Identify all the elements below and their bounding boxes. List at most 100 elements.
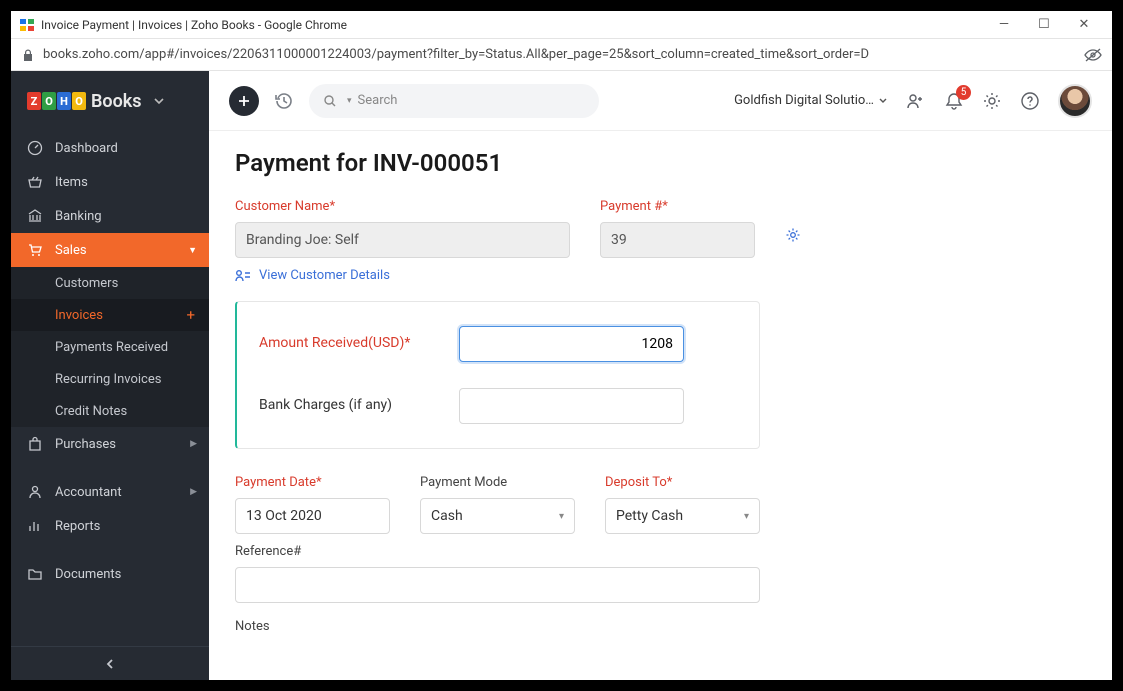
sidebar-sub-credit-notes[interactable]: Credit Notes	[11, 395, 209, 427]
deposit-to-label: Deposit To*	[605, 475, 760, 490]
page-title: Payment for INV-000051	[235, 149, 1086, 177]
customer-name-field[interactable]	[235, 222, 570, 258]
payment-date-label: Payment Date*	[235, 475, 390, 490]
window-close[interactable]: ✕	[1064, 17, 1104, 32]
deposit-to-select[interactable]: Petty Cash ▾	[605, 498, 760, 534]
sidebar-collapse[interactable]	[11, 646, 209, 680]
search-icon	[323, 94, 337, 108]
sub-label: Invoices	[55, 308, 103, 323]
sidebar: ZOHO Books Dashboard Items Banking	[11, 71, 209, 680]
bank-icon	[27, 208, 43, 224]
caret-right-icon: ▶	[190, 487, 197, 497]
main-column: ▾ Search Goldfish Digital Solutio…	[209, 71, 1112, 680]
amount-received-field[interactable]	[459, 326, 684, 362]
lock-icon	[21, 48, 35, 62]
sidebar-label: Documents	[55, 567, 121, 582]
zoho-logo-icon: ZOHO	[27, 92, 87, 110]
sidebar-item-banking[interactable]: Banking	[11, 199, 209, 233]
sidebar-item-purchases[interactable]: Purchases ▶	[11, 427, 209, 461]
history-button[interactable]	[273, 90, 295, 112]
reference-field[interactable]	[235, 567, 760, 603]
sidebar-label: Accountant	[55, 485, 122, 500]
user-details-icon	[235, 269, 251, 283]
incognito-icon[interactable]	[1084, 48, 1102, 62]
topbar: ▾ Search Goldfish Digital Solutio…	[209, 71, 1112, 131]
help-icon	[1020, 91, 1040, 111]
amount-box: Amount Received(USD)* Bank Charges (if a…	[235, 301, 760, 449]
sidebar-item-documents[interactable]: Documents	[11, 557, 209, 591]
org-switcher[interactable]: Goldfish Digital Solutio…	[734, 93, 888, 108]
payment-date-field[interactable]	[235, 498, 390, 534]
cart-icon	[27, 242, 43, 258]
brand[interactable]: ZOHO Books	[11, 71, 209, 131]
quick-create-button[interactable]	[229, 86, 259, 116]
sidebar-item-items[interactable]: Items	[11, 165, 209, 199]
sub-label: Payments Received	[55, 340, 168, 355]
brand-text: Books	[91, 91, 142, 112]
chevron-down-icon: ▾	[744, 511, 749, 522]
sidebar-item-reports[interactable]: Reports	[11, 509, 209, 543]
window-maximize[interactable]: ☐	[1024, 17, 1064, 32]
payment-number-label: Payment #*	[600, 199, 755, 214]
add-invoice-icon[interactable]: +	[186, 306, 195, 324]
chevron-down-icon	[878, 96, 888, 106]
sidebar-sub-invoices[interactable]: Invoices +	[11, 299, 209, 331]
bank-charges-label: Bank Charges (if any)	[259, 396, 459, 416]
notifications-button[interactable]: 5	[944, 91, 964, 111]
content: Payment for INV-000051 Customer Name* Pa…	[209, 131, 1112, 680]
search-placeholder: Search	[358, 93, 398, 108]
chevron-left-icon	[104, 658, 116, 670]
browser-title: Invoice Payment | Invoices | Zoho Books …	[41, 18, 347, 32]
payment-mode-label: Payment Mode	[420, 475, 575, 490]
bank-charges-field[interactable]	[459, 388, 684, 424]
window-frame: Invoice Payment | Invoices | Zoho Books …	[10, 10, 1113, 681]
sidebar-label: Items	[55, 175, 88, 190]
users-icon	[906, 91, 926, 111]
window-minimize[interactable]: —	[984, 17, 1024, 32]
view-customer-details-link[interactable]: View Customer Details	[235, 268, 1086, 283]
sidebar-sub-payments-received[interactable]: Payments Received	[11, 331, 209, 363]
sidebar-label: Purchases	[55, 437, 116, 452]
amount-received-label: Amount Received(USD)*	[259, 334, 459, 354]
browser-addressbar[interactable]: books.zoho.com/app#/invoices/22063110000…	[11, 39, 1112, 71]
settings-button[interactable]	[982, 91, 1002, 111]
gear-icon	[982, 91, 1002, 111]
search-input[interactable]: ▾ Search	[309, 84, 599, 118]
chevron-down-icon	[152, 94, 166, 108]
gauge-icon	[27, 140, 43, 156]
bag-icon	[27, 436, 43, 452]
reference-label: Reference#	[235, 544, 1086, 559]
folder-icon	[27, 566, 43, 582]
sidebar-label: Reports	[55, 519, 100, 534]
history-icon	[273, 90, 295, 112]
gear-icon	[785, 227, 801, 243]
caret-down-icon: ▼	[188, 245, 197, 256]
help-button[interactable]	[1020, 91, 1040, 111]
favicon-icon	[19, 17, 35, 33]
sidebar-sub-recurring-invoices[interactable]: Recurring Invoices	[11, 363, 209, 395]
chevron-down-icon: ▾	[559, 511, 564, 522]
sidebar-sales-submenu: Customers Invoices + Payments Received R…	[11, 267, 209, 427]
sidebar-item-sales[interactable]: Sales ▼	[11, 233, 209, 267]
payment-number-settings[interactable]	[785, 227, 801, 243]
sidebar-sub-customers[interactable]: Customers	[11, 267, 209, 299]
invite-users-button[interactable]	[906, 91, 926, 111]
org-name: Goldfish Digital Solutio…	[734, 93, 874, 108]
chart-icon	[27, 518, 43, 534]
payment-mode-select[interactable]: Cash ▾	[420, 498, 575, 534]
payment-number-field[interactable]	[600, 222, 755, 258]
plus-icon	[237, 94, 251, 108]
browser-titlebar: Invoice Payment | Invoices | Zoho Books …	[11, 11, 1112, 39]
sidebar-item-accountant[interactable]: Accountant ▶	[11, 475, 209, 509]
sidebar-label: Sales	[55, 243, 87, 258]
chevron-down-icon[interactable]: ▾	[347, 96, 352, 106]
sub-label: Credit Notes	[55, 404, 127, 419]
select-value: Cash	[431, 508, 463, 524]
sub-label: Customers	[55, 276, 118, 291]
notification-badge: 5	[956, 85, 971, 100]
person-icon	[27, 484, 43, 500]
sidebar-label: Dashboard	[55, 141, 118, 156]
sidebar-item-dashboard[interactable]: Dashboard	[11, 131, 209, 165]
avatar[interactable]	[1058, 84, 1092, 118]
sidebar-label: Banking	[55, 209, 102, 224]
